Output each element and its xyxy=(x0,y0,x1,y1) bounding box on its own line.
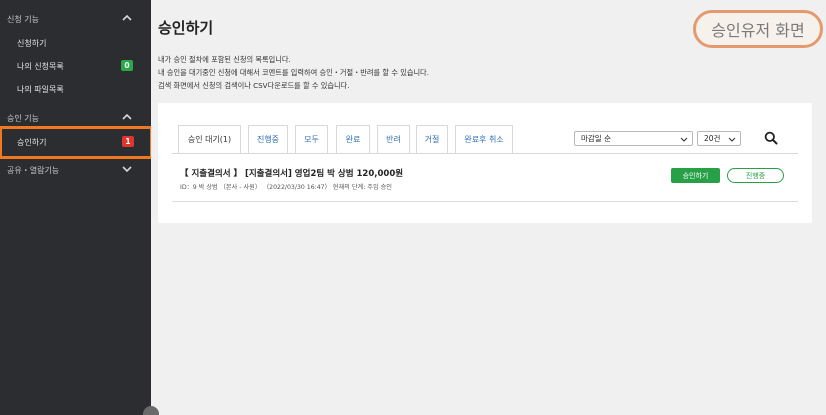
sort-select[interactable]: 마감일 순 xyxy=(574,131,693,146)
row-divider xyxy=(172,201,798,202)
sidebar-section-share[interactable]: 공유・열람기능 xyxy=(0,160,151,180)
tab-rejected[interactable]: 거절 xyxy=(416,125,448,153)
tab-label: 완료후 취소 xyxy=(464,135,504,144)
tab-label: 진행중 xyxy=(256,135,280,144)
page-description-line: 검색 화면에서 신청의 검색이나 CSV다운로드를 할 수 있습니다. xyxy=(158,81,350,90)
tab-label: 완료 xyxy=(345,135,361,144)
approval-list-panel xyxy=(158,103,812,223)
sidebar-item-apply[interactable]: 신청하기 xyxy=(0,32,151,54)
sidebar-section-approve[interactable]: 승인 기능 xyxy=(0,108,151,128)
tab-label: 승인 대기(1) xyxy=(187,135,232,144)
tab-label: 모두 xyxy=(304,135,319,144)
chevron-down-icon xyxy=(728,137,736,142)
screen-caption: 승인유저 화면 xyxy=(693,10,823,48)
page-size-select[interactable]: 20건 xyxy=(697,131,741,146)
tab-returned[interactable]: 반려 xyxy=(377,125,410,153)
tab-in-progress[interactable]: 진행중 xyxy=(248,125,288,153)
collapse-sidebar-icon[interactable] xyxy=(143,406,159,415)
sidebar-item-label: 승인하기 xyxy=(17,138,47,147)
approve-button[interactable]: 승인하기 xyxy=(671,168,720,183)
sidebar-item-label: 나의 파일목록 xyxy=(17,84,64,94)
status-badge[interactable]: 진행중 xyxy=(727,168,784,183)
sidebar-item-approve[interactable]: 승인하기 1 xyxy=(0,126,153,159)
page-title: 승인하기 xyxy=(158,19,214,37)
sidebar-section-apply[interactable]: 신청 기능 xyxy=(0,9,151,29)
tab-divider xyxy=(172,153,798,154)
sidebar-item-my-files[interactable]: 나의 파일목록 xyxy=(0,78,151,100)
sidebar-item-label: 신청하기 xyxy=(17,38,47,48)
page-size-value: 20건 xyxy=(704,134,721,143)
sort-select-value: 마감일 순 xyxy=(581,134,611,143)
page-description-line: 내 승인을 대기중인 신청에 대해서 코멘트를 입력하여 승인・거절・반려를 할… xyxy=(158,68,429,77)
tab-all[interactable]: 모두 xyxy=(295,125,328,153)
request-meta: ID：9 박 상범 （본사 - 사원） （2022/03/30 16:47） 현… xyxy=(180,184,392,191)
request-title[interactable]: 【 지출결의서 】 [지출결의서] 영업2팀 박 상범 120,000원 xyxy=(180,167,403,179)
sidebar-section-label: 공유・열람기능 xyxy=(7,165,60,175)
tab-pending[interactable]: 승인 대기(1) xyxy=(178,125,241,153)
tab-completed[interactable]: 완료 xyxy=(336,125,370,153)
sidebar-section-label: 신청 기능 xyxy=(7,14,39,24)
chevron-down-icon xyxy=(122,166,132,173)
search-icon[interactable] xyxy=(764,131,778,145)
sidebar-item-my-requests[interactable]: 나의 신청목록 0 xyxy=(0,55,151,77)
tab-cancelled-after-complete[interactable]: 완료후 취소 xyxy=(455,125,513,153)
count-badge: 1 xyxy=(122,136,134,147)
tab-label: 거절 xyxy=(424,135,440,144)
chevron-down-icon xyxy=(680,137,688,142)
sidebar: 신청 기능 신청하기 나의 신청목록 0 나의 파일목록 승인 기능 승인하기 … xyxy=(0,0,153,415)
chevron-up-icon xyxy=(122,113,132,120)
count-badge: 0 xyxy=(121,60,133,71)
sidebar-section-label: 승인 기능 xyxy=(7,113,39,123)
tab-label: 반려 xyxy=(386,135,401,144)
page-description-line: 내가 승인 절차에 포함된 신청의 목록입니다. xyxy=(158,55,291,64)
chevron-up-icon xyxy=(122,14,132,21)
sidebar-item-label: 나의 신청목록 xyxy=(17,61,64,71)
